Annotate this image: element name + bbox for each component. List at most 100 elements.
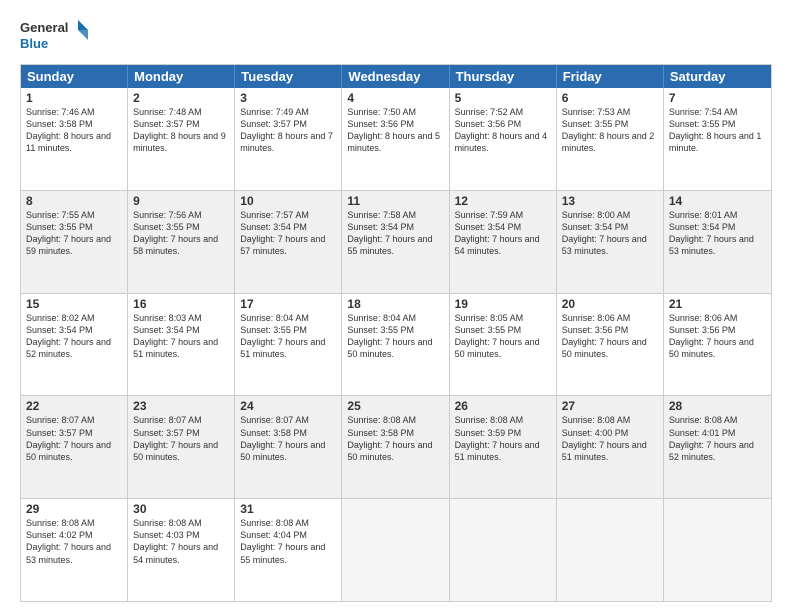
daylight-text: Daylight: 7 hours and 51 minutes. (562, 440, 647, 462)
sunrise-text: Sunrise: 7:58 AM (347, 210, 416, 220)
day-number: 21 (669, 297, 766, 311)
day-number: 3 (240, 91, 336, 105)
sunset-text: Sunset: 3:55 PM (26, 222, 93, 232)
sunset-text: Sunset: 3:55 PM (669, 119, 736, 129)
cell-info: Sunrise: 7:53 AM Sunset: 3:55 PM Dayligh… (562, 106, 658, 155)
calendar-cell: 6 Sunrise: 7:53 AM Sunset: 3:55 PM Dayli… (557, 88, 664, 190)
calendar-body: 1 Sunrise: 7:46 AM Sunset: 3:58 PM Dayli… (21, 88, 771, 601)
calendar-cell: 13 Sunrise: 8:00 AM Sunset: 3:54 PM Dayl… (557, 191, 664, 293)
daylight-text: Daylight: 7 hours and 52 minutes. (26, 337, 111, 359)
calendar-cell: 16 Sunrise: 8:03 AM Sunset: 3:54 PM Dayl… (128, 294, 235, 396)
day-number: 22 (26, 399, 122, 413)
day-number: 27 (562, 399, 658, 413)
calendar-cell: 25 Sunrise: 8:08 AM Sunset: 3:58 PM Dayl… (342, 396, 449, 498)
sunset-text: Sunset: 3:57 PM (240, 119, 307, 129)
calendar-cell: 1 Sunrise: 7:46 AM Sunset: 3:58 PM Dayli… (21, 88, 128, 190)
calendar-cell: 2 Sunrise: 7:48 AM Sunset: 3:57 PM Dayli… (128, 88, 235, 190)
sunrise-text: Sunrise: 7:48 AM (133, 107, 202, 117)
calendar-cell (664, 499, 771, 601)
cell-info: Sunrise: 8:01 AM Sunset: 3:54 PM Dayligh… (669, 209, 766, 258)
sunrise-text: Sunrise: 8:03 AM (133, 313, 202, 323)
calendar-cell: 26 Sunrise: 8:08 AM Sunset: 3:59 PM Dayl… (450, 396, 557, 498)
sunrise-text: Sunrise: 8:08 AM (26, 518, 95, 528)
daylight-text: Daylight: 8 hours and 1 minute. (669, 131, 762, 153)
day-number: 2 (133, 91, 229, 105)
daylight-text: Daylight: 7 hours and 50 minutes. (347, 337, 432, 359)
cell-info: Sunrise: 8:08 AM Sunset: 4:01 PM Dayligh… (669, 414, 766, 463)
sunset-text: Sunset: 3:58 PM (347, 428, 414, 438)
logo-svg: General Blue (20, 16, 90, 56)
daylight-text: Daylight: 7 hours and 53 minutes. (562, 234, 647, 256)
daylight-text: Daylight: 7 hours and 50 minutes. (669, 337, 754, 359)
calendar-cell: 27 Sunrise: 8:08 AM Sunset: 4:00 PM Dayl… (557, 396, 664, 498)
cell-info: Sunrise: 8:06 AM Sunset: 3:56 PM Dayligh… (669, 312, 766, 361)
calendar-row-4: 29 Sunrise: 8:08 AM Sunset: 4:02 PM Dayl… (21, 498, 771, 601)
header-friday: Friday (557, 65, 664, 88)
day-number: 12 (455, 194, 551, 208)
sunrise-text: Sunrise: 8:06 AM (562, 313, 631, 323)
calendar-cell: 15 Sunrise: 8:02 AM Sunset: 3:54 PM Dayl… (21, 294, 128, 396)
header-tuesday: Tuesday (235, 65, 342, 88)
cell-info: Sunrise: 8:08 AM Sunset: 4:02 PM Dayligh… (26, 517, 122, 566)
sunrise-text: Sunrise: 7:56 AM (133, 210, 202, 220)
sunrise-text: Sunrise: 7:54 AM (669, 107, 738, 117)
calendar-cell: 20 Sunrise: 8:06 AM Sunset: 3:56 PM Dayl… (557, 294, 664, 396)
calendar-cell: 29 Sunrise: 8:08 AM Sunset: 4:02 PM Dayl… (21, 499, 128, 601)
header-monday: Monday (128, 65, 235, 88)
cell-info: Sunrise: 8:03 AM Sunset: 3:54 PM Dayligh… (133, 312, 229, 361)
daylight-text: Daylight: 7 hours and 53 minutes. (26, 542, 111, 564)
day-number: 26 (455, 399, 551, 413)
daylight-text: Daylight: 7 hours and 51 minutes. (455, 440, 540, 462)
day-number: 28 (669, 399, 766, 413)
day-number: 13 (562, 194, 658, 208)
day-number: 15 (26, 297, 122, 311)
sunset-text: Sunset: 3:54 PM (669, 222, 736, 232)
sunset-text: Sunset: 3:54 PM (240, 222, 307, 232)
cell-info: Sunrise: 7:54 AM Sunset: 3:55 PM Dayligh… (669, 106, 766, 155)
sunset-text: Sunset: 4:03 PM (133, 530, 200, 540)
cell-info: Sunrise: 7:48 AM Sunset: 3:57 PM Dayligh… (133, 106, 229, 155)
calendar-cell: 21 Sunrise: 8:06 AM Sunset: 3:56 PM Dayl… (664, 294, 771, 396)
cell-info: Sunrise: 8:07 AM Sunset: 3:58 PM Dayligh… (240, 414, 336, 463)
cell-info: Sunrise: 8:08 AM Sunset: 3:58 PM Dayligh… (347, 414, 443, 463)
header-thursday: Thursday (450, 65, 557, 88)
daylight-text: Daylight: 8 hours and 7 minutes. (240, 131, 333, 153)
cell-info: Sunrise: 7:50 AM Sunset: 3:56 PM Dayligh… (347, 106, 443, 155)
calendar-row-0: 1 Sunrise: 7:46 AM Sunset: 3:58 PM Dayli… (21, 88, 771, 190)
daylight-text: Daylight: 7 hours and 50 minutes. (562, 337, 647, 359)
calendar-header: Sunday Monday Tuesday Wednesday Thursday… (21, 65, 771, 88)
sunrise-text: Sunrise: 7:55 AM (26, 210, 95, 220)
cell-info: Sunrise: 8:02 AM Sunset: 3:54 PM Dayligh… (26, 312, 122, 361)
day-number: 23 (133, 399, 229, 413)
daylight-text: Daylight: 7 hours and 54 minutes. (133, 542, 218, 564)
sunrise-text: Sunrise: 8:08 AM (562, 415, 631, 425)
calendar-cell: 17 Sunrise: 8:04 AM Sunset: 3:55 PM Dayl… (235, 294, 342, 396)
daylight-text: Daylight: 7 hours and 55 minutes. (240, 542, 325, 564)
sunrise-text: Sunrise: 8:05 AM (455, 313, 524, 323)
sunset-text: Sunset: 3:54 PM (26, 325, 93, 335)
sunset-text: Sunset: 3:54 PM (455, 222, 522, 232)
sunrise-text: Sunrise: 7:59 AM (455, 210, 524, 220)
sunrise-text: Sunrise: 7:49 AM (240, 107, 309, 117)
day-number: 29 (26, 502, 122, 516)
sunset-text: Sunset: 3:54 PM (133, 325, 200, 335)
calendar-cell: 31 Sunrise: 8:08 AM Sunset: 4:04 PM Dayl… (235, 499, 342, 601)
sunset-text: Sunset: 4:01 PM (669, 428, 736, 438)
sunrise-text: Sunrise: 8:04 AM (240, 313, 309, 323)
sunset-text: Sunset: 3:56 PM (455, 119, 522, 129)
calendar: Sunday Monday Tuesday Wednesday Thursday… (20, 64, 772, 602)
calendar-cell: 10 Sunrise: 7:57 AM Sunset: 3:54 PM Dayl… (235, 191, 342, 293)
daylight-text: Daylight: 7 hours and 57 minutes. (240, 234, 325, 256)
calendar-cell: 30 Sunrise: 8:08 AM Sunset: 4:03 PM Dayl… (128, 499, 235, 601)
day-number: 6 (562, 91, 658, 105)
cell-info: Sunrise: 7:58 AM Sunset: 3:54 PM Dayligh… (347, 209, 443, 258)
daylight-text: Daylight: 7 hours and 50 minutes. (133, 440, 218, 462)
daylight-text: Daylight: 7 hours and 55 minutes. (347, 234, 432, 256)
calendar-cell: 11 Sunrise: 7:58 AM Sunset: 3:54 PM Dayl… (342, 191, 449, 293)
daylight-text: Daylight: 8 hours and 5 minutes. (347, 131, 440, 153)
sunset-text: Sunset: 3:56 PM (562, 325, 629, 335)
day-number: 19 (455, 297, 551, 311)
cell-info: Sunrise: 7:55 AM Sunset: 3:55 PM Dayligh… (26, 209, 122, 258)
cell-info: Sunrise: 8:08 AM Sunset: 4:04 PM Dayligh… (240, 517, 336, 566)
daylight-text: Daylight: 8 hours and 4 minutes. (455, 131, 548, 153)
